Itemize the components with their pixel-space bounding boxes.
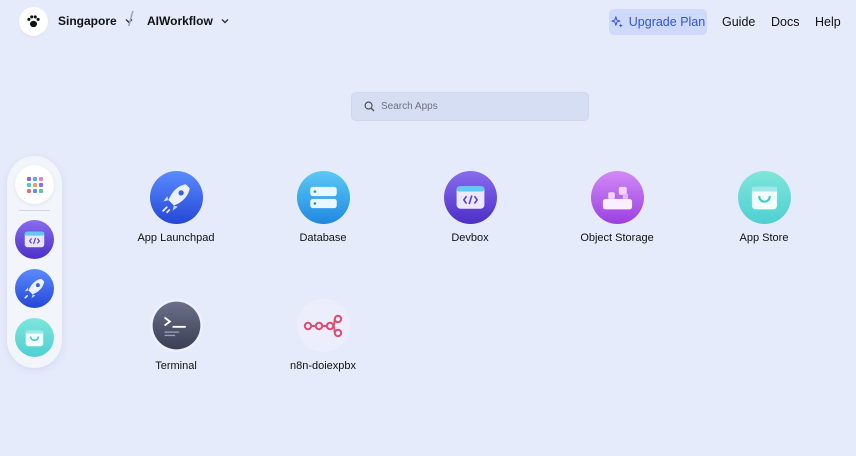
app-label: Terminal xyxy=(155,360,197,372)
n8n-icon xyxy=(296,299,350,352)
rocket-icon xyxy=(149,171,203,224)
app-label: Object Storage xyxy=(580,232,654,244)
database-tile[interactable]: Database xyxy=(263,171,383,244)
app-launchpad-tile[interactable]: App Launchpad xyxy=(116,171,236,244)
region-selector[interactable]: Singapore xyxy=(58,14,135,28)
app-label: App Launchpad xyxy=(137,232,215,244)
search-icon xyxy=(364,101,375,112)
terminal-tile[interactable]: Terminal xyxy=(116,299,236,372)
search-bar[interactable] xyxy=(351,92,589,121)
upgrade-plan-label: Upgrade Plan xyxy=(628,15,706,29)
app-label: Database xyxy=(299,232,347,244)
object-storage-tile[interactable]: Object Storage xyxy=(557,171,677,244)
workspace-selector[interactable]: AIWorkflow xyxy=(147,14,231,28)
top-bar: Singapore / AIWorkflow Upgrade Plan Guid… xyxy=(0,0,856,44)
terminal-icon xyxy=(149,299,203,352)
chevron-down-icon xyxy=(221,19,229,24)
devbox-icon[interactable] xyxy=(15,220,54,259)
app-label: App Store xyxy=(739,232,789,244)
workspace-label: AIWorkflow xyxy=(147,14,213,28)
app-store-tile[interactable]: App Store xyxy=(704,171,824,244)
app-dock xyxy=(7,156,62,368)
app-label: Devbox xyxy=(451,232,489,244)
devbox-tile[interactable]: Devbox xyxy=(410,171,530,244)
logo-icon[interactable] xyxy=(19,7,48,36)
region-label: Singapore xyxy=(58,14,117,28)
shopping-bag-icon xyxy=(737,171,791,224)
launchpad-rocket-icon[interactable] xyxy=(15,269,54,308)
guide-link[interactable]: Guide xyxy=(722,15,755,29)
app-label: n8n-doiexpbx xyxy=(289,360,357,372)
help-link[interactable]: Help xyxy=(815,15,841,29)
upgrade-plan-button[interactable]: Upgrade Plan xyxy=(609,9,707,35)
breadcrumb-separator: / xyxy=(128,9,134,31)
storage-blocks-icon xyxy=(590,171,644,224)
sparkle-icon xyxy=(611,15,623,28)
docs-link[interactable]: Docs xyxy=(771,15,799,29)
code-window-icon xyxy=(443,171,497,224)
search-input[interactable] xyxy=(381,101,571,112)
apps-grid-icon[interactable] xyxy=(15,165,54,204)
dock-divider xyxy=(19,210,50,211)
app-store-bag-icon[interactable] xyxy=(15,318,54,357)
n8n-tile[interactable]: n8n-doiexpbx xyxy=(263,299,383,372)
database-icon xyxy=(296,171,350,224)
